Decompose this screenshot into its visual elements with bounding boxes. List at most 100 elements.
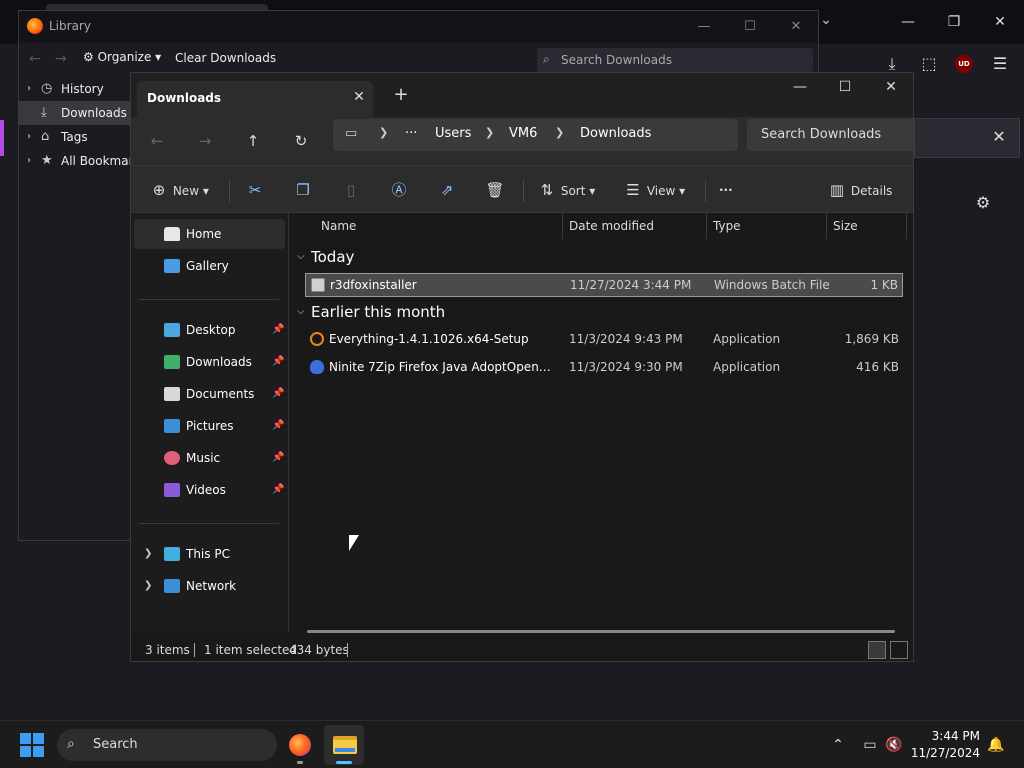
browser-minimize-button[interactable]: —: [890, 10, 926, 34]
column-divider[interactable]: [562, 213, 563, 239]
browser-restore-button[interactable]: ❐: [936, 10, 972, 34]
nav-item-pictures[interactable]: Pictures 📌: [134, 411, 285, 441]
pin-icon[interactable]: 📌: [272, 379, 284, 409]
chevron-right-icon[interactable]: ❯: [144, 539, 152, 569]
cut-button[interactable]: ✂: [245, 178, 265, 202]
volume-muted-icon[interactable]: 🔇: [884, 735, 904, 755]
ublock-icon[interactable]: UD: [955, 55, 973, 73]
nav-item-this-pc[interactable]: ❯ This PC: [134, 539, 285, 569]
pin-icon[interactable]: 📌: [272, 443, 284, 473]
start-button[interactable]: [20, 733, 44, 757]
explorer-search-input[interactable]: Search Downloads: [747, 119, 913, 151]
clock-time[interactable]: 3:44 PM: [932, 729, 980, 743]
nav-item-gallery[interactable]: Gallery: [134, 251, 285, 281]
explorer-close-button[interactable]: ✕: [869, 75, 913, 99]
expand-arrow-icon[interactable]: ›: [27, 149, 31, 173]
organize-button[interactable]: ⚙ Organize ▾: [83, 50, 161, 64]
table-row[interactable]: Ninite 7Zip Firefox Java AdoptOpenJDK x.…: [305, 356, 903, 380]
pin-icon[interactable]: 📌: [272, 347, 284, 377]
library-search-input[interactable]: ⌕ Search Downloads: [537, 48, 813, 72]
gear-icon[interactable]: ⚙: [972, 192, 994, 214]
column-divider[interactable]: [706, 213, 707, 239]
details-pane-button[interactable]: ▥ Details: [827, 178, 893, 202]
pin-icon[interactable]: 📌: [272, 411, 284, 441]
taskbar-search[interactable]: ⌕ Search: [57, 729, 277, 761]
column-header-size[interactable]: Size: [833, 219, 858, 233]
library-maximize-button[interactable]: ☐: [735, 15, 765, 39]
forward-arrow-icon[interactable]: →: [55, 51, 67, 67]
share-button[interactable]: ⇗: [437, 178, 457, 202]
column-divider[interactable]: [906, 213, 907, 239]
taskbar-firefox[interactable]: [280, 725, 320, 765]
forward-arrow-icon[interactable]: →: [193, 129, 217, 153]
clock-date[interactable]: 11/27/2024: [911, 746, 980, 760]
column-divider[interactable]: [826, 213, 827, 239]
tab-list-chevron-icon[interactable]: ⌄: [816, 12, 836, 32]
chevron-up-icon[interactable]: ⌃: [828, 735, 848, 755]
notification-bell-icon[interactable]: 🔔: [986, 735, 1006, 755]
nav-item-home[interactable]: Home: [134, 219, 285, 249]
nav-item-network[interactable]: ❯ Network: [134, 571, 285, 601]
taskbar-file-explorer[interactable]: [324, 725, 364, 765]
nav-item-documents[interactable]: Documents 📌: [134, 379, 285, 409]
breadcrumb-vm6[interactable]: VM6: [509, 126, 537, 141]
file-list: Name Date modified Type Size ⌵ Today r3d…: [289, 213, 913, 633]
explorer-maximize-button[interactable]: ☐: [823, 75, 867, 99]
new-button[interactable]: ⊕ New ▾: [149, 178, 209, 202]
close-icon[interactable]: ✕: [986, 124, 1012, 150]
nav-item-downloads[interactable]: Downloads 📌: [134, 347, 285, 377]
new-tab-icon[interactable]: +: [390, 85, 412, 107]
back-arrow-icon[interactable]: ←: [145, 129, 169, 153]
library-close-button[interactable]: ✕: [781, 15, 811, 39]
column-header-name[interactable]: Name: [321, 219, 356, 233]
extensions-icon[interactable]: ⬚: [917, 52, 941, 76]
hamburger-menu-icon[interactable]: ☰: [988, 52, 1012, 76]
collapse-arrow-icon[interactable]: ⌵: [297, 251, 305, 262]
table-row[interactable]: r3dfoxinstaller 11/27/2024 3:44 PM Windo…: [305, 273, 903, 297]
back-arrow-icon[interactable]: ←: [29, 51, 41, 67]
toolbar-divider: [705, 180, 706, 202]
paste-button[interactable]: ▯: [341, 178, 361, 202]
column-header-type[interactable]: Type: [713, 219, 741, 233]
collapse-arrow-icon[interactable]: ⌵: [297, 306, 305, 317]
tree-item-history[interactable]: › ◷ History: [19, 77, 131, 101]
rename-button[interactable]: Ⓐ: [389, 178, 409, 202]
breadcrumb-users[interactable]: Users: [435, 126, 471, 141]
tree-item-tags[interactable]: › ⌂ Tags: [19, 125, 131, 149]
library-minimize-button[interactable]: —: [689, 15, 719, 39]
breadcrumb-more[interactable]: ···: [405, 126, 417, 141]
table-row[interactable]: Everything-1.4.1.1026.x64-Setup 11/3/202…: [305, 328, 903, 352]
network-status-icon[interactable]: ▭: [860, 735, 880, 755]
view-button[interactable]: ☰ View ▾: [623, 178, 685, 202]
status-divider: [194, 643, 195, 657]
delete-button[interactable]: 🗑: [485, 178, 505, 202]
pin-icon[interactable]: 📌: [272, 475, 284, 505]
sort-button[interactable]: ⇅ Sort ▾: [537, 178, 596, 202]
tree-item-all-bookmarks[interactable]: › ★ All Bookmarks: [19, 149, 147, 173]
tiles-view-button[interactable]: [890, 641, 908, 659]
copy-button[interactable]: ❐: [293, 178, 313, 202]
nav-item-music[interactable]: Music 📌: [134, 443, 285, 473]
group-header-earlier[interactable]: Earlier this month: [311, 303, 445, 321]
explorer-minimize-button[interactable]: —: [778, 75, 822, 99]
breadcrumb-downloads[interactable]: Downloads: [580, 126, 651, 141]
chevron-right-icon[interactable]: ❯: [144, 571, 152, 601]
address-breadcrumb[interactable]: ▭ ❯ ··· Users ❯ VM6 ❯ Downloads: [333, 119, 738, 151]
more-options-button[interactable]: ···: [719, 178, 733, 202]
explorer-tab[interactable]: Downloads ✕: [137, 81, 373, 117]
tree-item-downloads[interactable]: ⤓ Downloads: [19, 101, 131, 125]
expand-arrow-icon[interactable]: ›: [27, 125, 31, 149]
refresh-icon[interactable]: ↻: [289, 129, 313, 153]
clear-downloads-button[interactable]: Clear Downloads: [175, 51, 276, 65]
tree-item-label: History: [61, 82, 104, 96]
nav-item-desktop[interactable]: Desktop 📌: [134, 315, 285, 345]
tab-close-icon[interactable]: ✕: [349, 87, 369, 107]
expand-arrow-icon[interactable]: ›: [27, 77, 31, 101]
browser-close-button[interactable]: ✕: [982, 10, 1018, 34]
column-header-date[interactable]: Date modified: [569, 219, 654, 233]
pin-icon[interactable]: 📌: [272, 315, 284, 345]
nav-item-videos[interactable]: Videos 📌: [134, 475, 285, 505]
details-view-button[interactable]: [868, 641, 886, 659]
group-header-today[interactable]: Today: [311, 248, 354, 266]
up-arrow-icon[interactable]: ↑: [241, 129, 265, 153]
